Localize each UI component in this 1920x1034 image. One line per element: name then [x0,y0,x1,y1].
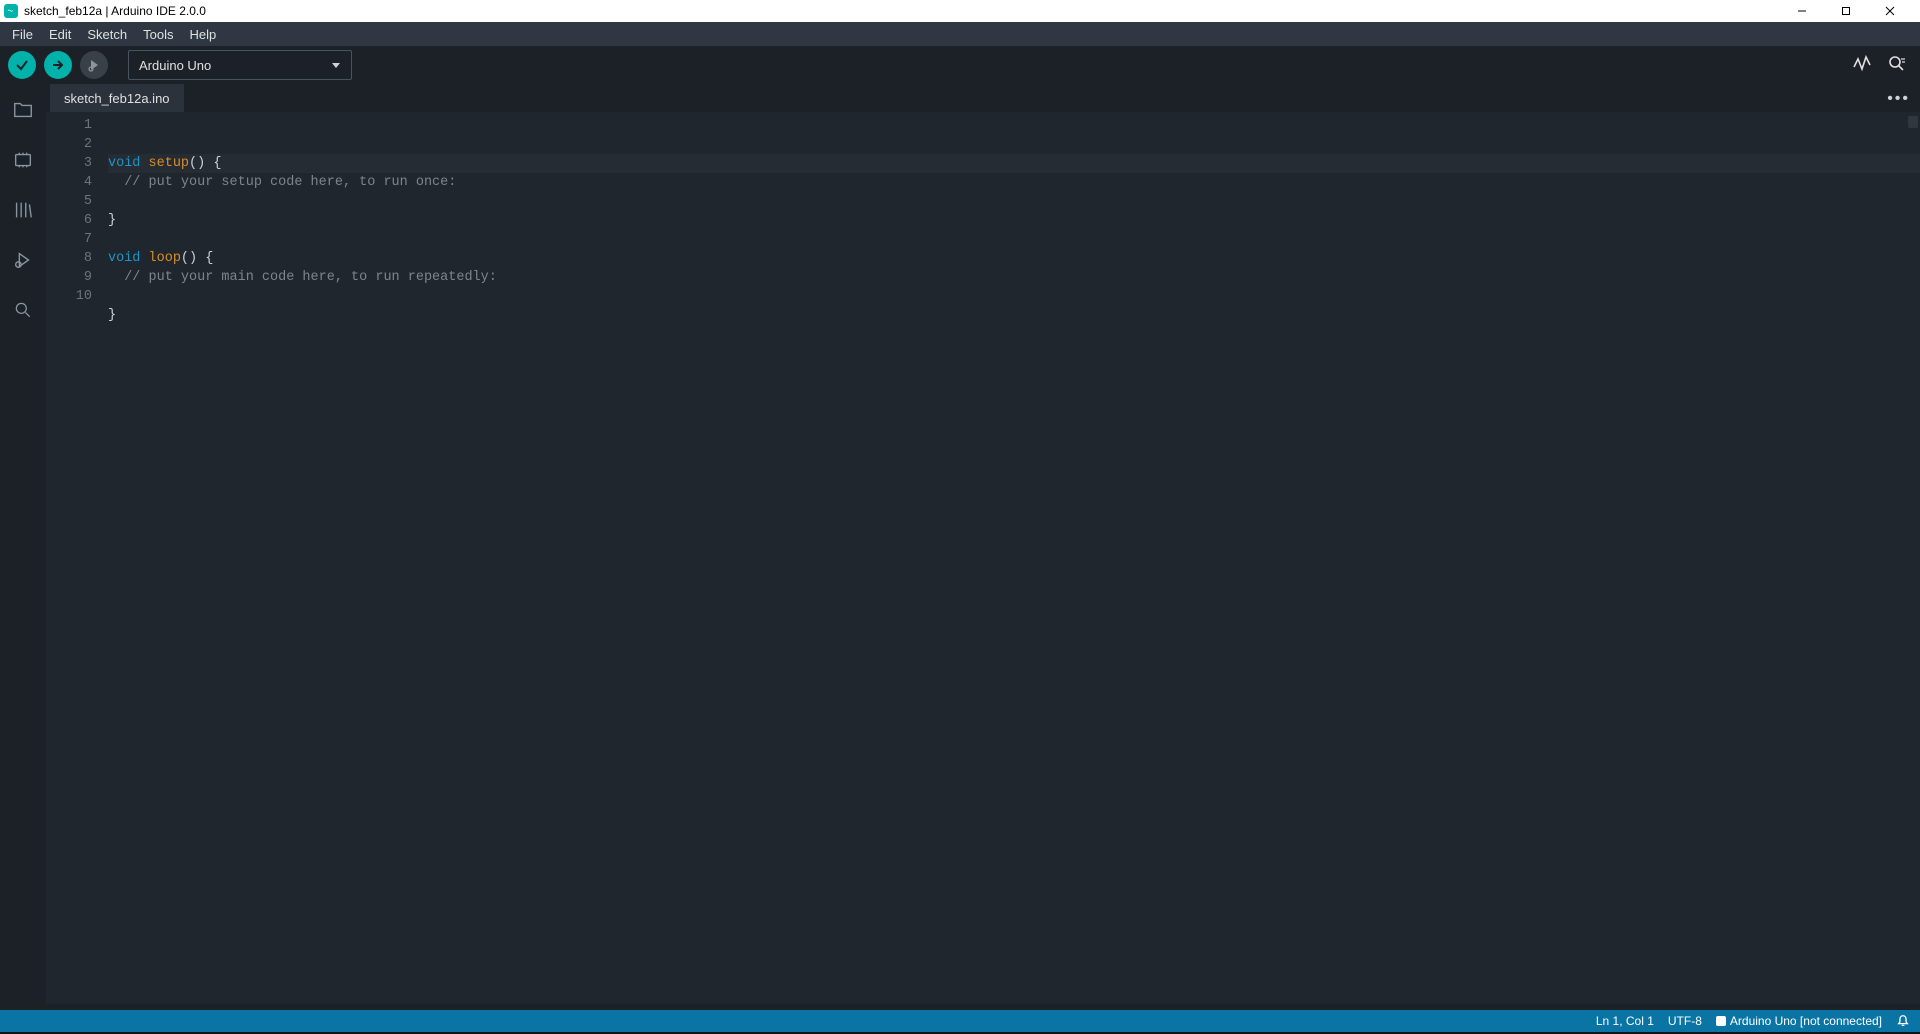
serial-plotter-button[interactable] [1852,53,1872,78]
editor-scrollbar[interactable] [1908,116,1918,128]
status-board-label: Arduino Uno [not connected] [1730,1014,1882,1028]
plug-icon [1716,1016,1726,1026]
status-bar: Ln 1, Col 1 UTF-8 Arduino Uno [not conne… [0,1010,1920,1032]
notifications-button[interactable] [1896,1014,1910,1028]
debug-button[interactable] [80,51,108,79]
editor-area: sketch_feb12a.ino ••• 12345678910 void s… [46,84,1920,1004]
toolbar: Arduino Uno [0,46,1920,84]
menu-edit[interactable]: Edit [41,24,79,45]
editor-tabbar: sketch_feb12a.ino ••• [46,84,1920,112]
titlebar-left: sketch_feb12a | Arduino IDE 2.0.0 [4,4,206,18]
board-selector-label: Arduino Uno [139,58,211,73]
code-editor[interactable]: 12345678910 void setup() { // put your s… [46,112,1920,1004]
library-manager-button[interactable] [11,198,35,222]
status-cursor[interactable]: Ln 1, Col 1 [1596,1014,1654,1028]
toolbar-right [1852,53,1912,78]
board-selector[interactable]: Arduino Uno [128,50,352,80]
window-controls [1780,0,1912,22]
editor-gutter: 12345678910 [46,112,108,1004]
window-titlebar: sketch_feb12a | Arduino IDE 2.0.0 [0,0,1920,22]
menu-tools[interactable]: Tools [135,24,181,45]
search-button[interactable] [11,298,35,322]
verify-button[interactable] [8,51,36,79]
status-board[interactable]: Arduino Uno [not connected] [1716,1014,1882,1028]
menu-bar: File Edit Sketch Tools Help [0,22,1920,46]
menu-sketch[interactable]: Sketch [79,24,135,45]
minimize-button[interactable] [1780,0,1824,22]
editor-tab[interactable]: sketch_feb12a.ino [50,84,185,112]
toolbar-left: Arduino Uno [8,50,352,80]
tab-overflow-button[interactable]: ••• [1887,90,1910,108]
debug-panel-button[interactable] [11,248,35,272]
arduino-logo-icon [4,4,18,18]
boards-manager-button[interactable] [11,148,35,172]
window-title: sketch_feb12a | Arduino IDE 2.0.0 [24,4,206,18]
activity-bar [0,84,46,1004]
main-area: sketch_feb12a.ino ••• 12345678910 void s… [0,84,1920,1004]
close-button[interactable] [1868,0,1912,22]
editor-tab-label: sketch_feb12a.ino [64,91,170,106]
chevron-down-icon [331,58,341,73]
editor-code[interactable]: void setup() { // put your setup code he… [108,112,1920,1004]
upload-button[interactable] [44,51,72,79]
sketchbook-button[interactable] [11,98,35,122]
status-encoding[interactable]: UTF-8 [1668,1014,1702,1028]
serial-monitor-button[interactable] [1886,53,1906,78]
menu-help[interactable]: Help [181,24,224,45]
maximize-button[interactable] [1824,0,1868,22]
menu-file[interactable]: File [4,24,41,45]
